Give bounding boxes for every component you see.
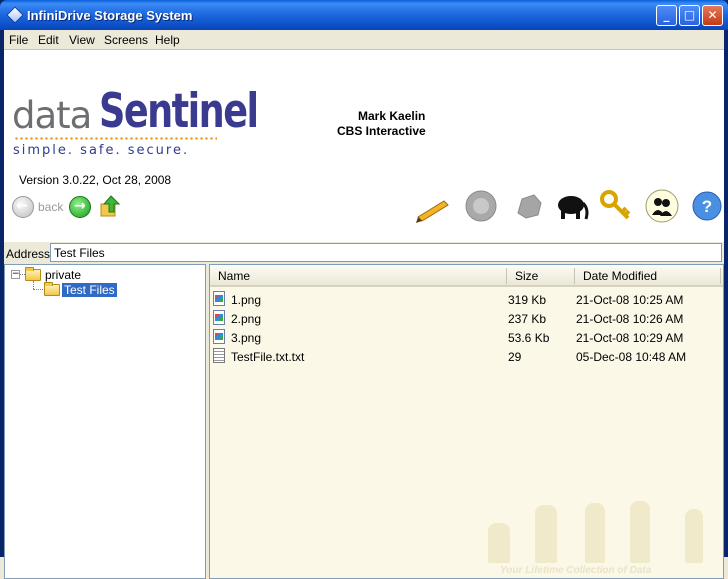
back-label[interactable]: back [38, 200, 63, 214]
list-header: Name Size Date Modified [210, 265, 723, 287]
file-list: Your Lifetime Collection of Data Name Si… [209, 264, 724, 579]
menu-help[interactable]: Help [155, 33, 180, 47]
table-row[interactable]: 2.png 237 Kb 21-Oct-08 10:26 AM [210, 309, 723, 328]
client-area: File Edit View Screens Help data Sentine… [4, 30, 724, 579]
table-row[interactable]: TestFile.txt.txt 29 05-Dec-08 10:48 AM [210, 347, 723, 366]
file-name: 2.png [231, 312, 262, 326]
logo-data-text: data [12, 94, 92, 137]
file-size: 237 Kb [508, 312, 547, 326]
watermark-figure [488, 523, 510, 563]
column-size[interactable]: Size [515, 269, 538, 283]
tree-node-test-files[interactable]: Test Files [62, 283, 117, 297]
tree-node-private[interactable]: private [45, 268, 81, 282]
column-divider[interactable] [506, 268, 507, 284]
text-file-icon [213, 348, 225, 363]
logo-tagline: simple. safe. secure. [13, 143, 190, 158]
file-date: 21-Oct-08 10:29 AM [576, 331, 684, 345]
folder-tree: − private Test Files [4, 264, 206, 579]
image-file-icon [213, 291, 225, 306]
image-file-icon [213, 310, 225, 325]
column-divider[interactable] [574, 268, 575, 284]
tree-line [33, 281, 34, 289]
window-title: InfiniDrive Storage System [27, 8, 193, 23]
column-divider[interactable] [720, 268, 721, 284]
forward-button[interactable]: → [69, 196, 91, 218]
address-bar: Address: Test Files [4, 242, 724, 264]
file-size: 29 [508, 350, 522, 364]
maximize-button[interactable]: □ [679, 5, 700, 26]
table-row[interactable]: 3.png 53.6 Kb 21-Oct-08 10:29 AM [210, 328, 723, 347]
users-icon[interactable] [643, 187, 681, 225]
folder-icon [25, 267, 41, 281]
watermark-text: Your Lifetime Collection of Data [500, 565, 652, 576]
menu-bar: File Edit View Screens Help [4, 30, 724, 50]
key-icon[interactable] [598, 187, 636, 225]
menu-file[interactable]: File [9, 33, 28, 47]
title-bar[interactable]: InfiniDrive Storage System _ □ ✕ [0, 0, 728, 30]
column-date-modified[interactable]: Date Modified [583, 269, 657, 283]
banner: data Sentinel simple. safe. secure. Mark… [4, 50, 724, 242]
address-label: Address: [6, 247, 54, 261]
file-name: 1.png [231, 293, 262, 307]
tree-line [33, 289, 43, 290]
menu-edit[interactable]: Edit [38, 33, 59, 47]
file-name: TestFile.txt.txt [231, 350, 305, 364]
column-name[interactable]: Name [218, 269, 250, 283]
elephant-icon[interactable] [552, 187, 590, 225]
app-icon [6, 6, 24, 24]
menu-screens[interactable]: Screens [104, 33, 148, 47]
menu-view[interactable]: View [69, 33, 95, 47]
up-folder-icon[interactable] [99, 194, 121, 218]
file-size: 53.6 Kb [508, 331, 550, 345]
table-row[interactable]: 1.png 319 Kb 21-Oct-08 10:25 AM [210, 290, 723, 309]
collapse-icon[interactable]: − [11, 270, 20, 279]
help-icon[interactable]: ? [688, 187, 726, 225]
logo-dotted-line [14, 137, 217, 140]
disc-icon[interactable] [462, 187, 500, 225]
logo-sentinel-text: Sentinel [99, 84, 259, 139]
pencil-icon[interactable] [414, 187, 452, 225]
address-input[interactable]: Test Files [50, 243, 722, 262]
watermark-figure [630, 501, 650, 563]
app-window: InfiniDrive Storage System _ □ ✕ File Ed… [0, 0, 728, 579]
watermark-figure [685, 509, 703, 563]
back-arrow-icon: ← [16, 198, 28, 214]
file-date: 21-Oct-08 10:26 AM [576, 312, 684, 326]
folder-open-icon [44, 282, 60, 296]
user-name: Mark Kaelin [358, 109, 426, 123]
stone-icon[interactable] [510, 187, 548, 225]
file-date: 05-Dec-08 10:48 AM [576, 350, 687, 364]
watermark-figure [585, 503, 605, 563]
watermark-figure [535, 505, 557, 563]
minimize-button[interactable]: _ [656, 5, 677, 26]
image-file-icon [213, 329, 225, 344]
svg-text:?: ? [702, 197, 712, 216]
forward-arrow-icon: → [74, 198, 86, 214]
file-date: 21-Oct-08 10:25 AM [576, 293, 684, 307]
file-name: 3.png [231, 331, 262, 345]
file-size: 319 Kb [508, 293, 547, 307]
close-button[interactable]: ✕ [702, 5, 723, 26]
organization-name: CBS Interactive [337, 124, 426, 138]
back-button[interactable]: ← [12, 196, 34, 218]
version-label: Version 3.0.22, Oct 28, 2008 [19, 173, 172, 187]
